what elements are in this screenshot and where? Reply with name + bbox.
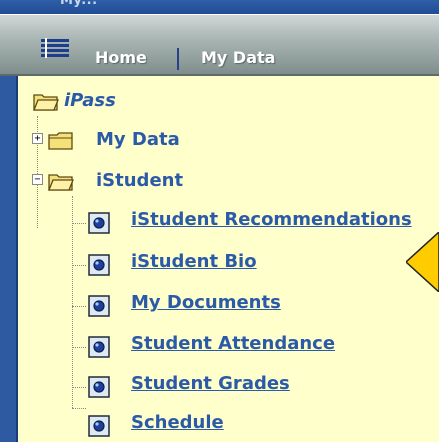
tree-connector: [72, 387, 86, 388]
tree-item-schedule[interactable]: Schedule: [131, 412, 224, 433]
top-title-strip: My...: [0, 0, 439, 14]
document-icon: [88, 254, 110, 276]
tree-item-student-attendance[interactable]: Student Attendance: [131, 333, 335, 354]
panel-left-border: [0, 76, 16, 442]
folder-icon: [48, 132, 73, 150]
tree-folder-istudent[interactable]: iStudent: [96, 170, 183, 191]
expand-my-data-icon[interactable]: +: [32, 133, 43, 144]
tree-connector: [72, 196, 73, 408]
tree-connector: [72, 223, 86, 224]
tree-item-student-grades[interactable]: Student Grades: [131, 373, 290, 394]
window-title-fragment: My...: [60, 0, 98, 8]
panel-left-edge: [16, 76, 18, 442]
top-navigation-bar: Home My Data: [0, 15, 439, 76]
tree-root-ipass[interactable]: iPass: [64, 90, 116, 111]
tree-panel: iPass + My Data − iStudent iStudent Reco…: [0, 76, 439, 442]
document-icon: [88, 295, 110, 317]
open-folder-icon: [48, 174, 74, 191]
nav-separator: [177, 48, 179, 70]
document-icon: [88, 415, 110, 437]
tree-connector: [72, 408, 86, 409]
document-icon: [88, 376, 110, 398]
tree-connector: [72, 306, 86, 307]
tree-connector: [72, 265, 86, 266]
callout-arrow-icon: [406, 232, 439, 292]
tree-connector: [72, 347, 86, 348]
tree-item-my-documents[interactable]: My Documents: [131, 292, 281, 313]
nav-my-data-link[interactable]: My Data: [201, 48, 275, 67]
tree-folder-my-data[interactable]: My Data: [96, 129, 180, 150]
open-folder-icon: [33, 94, 59, 111]
menu-icon[interactable]: [41, 38, 69, 58]
document-icon: [88, 212, 110, 234]
tree-item-istudent-recommendations[interactable]: iStudent Recommendations: [131, 209, 412, 230]
collapse-istudent-icon[interactable]: −: [32, 174, 43, 185]
tree-item-istudent-bio[interactable]: iStudent Bio: [131, 251, 257, 272]
document-icon: [88, 336, 110, 358]
nav-home-link[interactable]: Home: [95, 48, 147, 67]
